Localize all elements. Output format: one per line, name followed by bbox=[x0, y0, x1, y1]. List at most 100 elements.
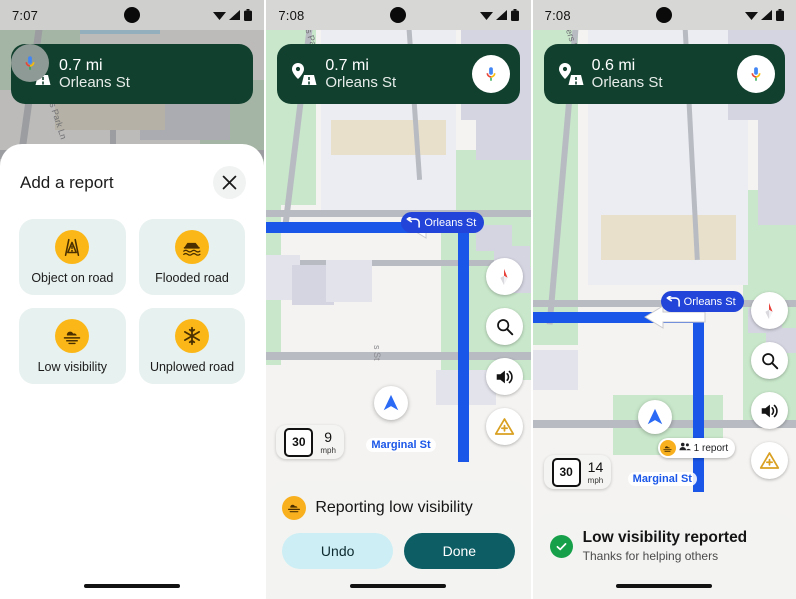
speed-value: 9 bbox=[324, 428, 332, 445]
navigation-arrow-icon bbox=[384, 394, 399, 411]
speed-unit: mph bbox=[320, 445, 336, 455]
navigation-text: 0.7 mi Orleans St bbox=[55, 57, 243, 92]
camera-cutout bbox=[124, 7, 141, 23]
current-speed: 9 mph bbox=[320, 430, 336, 455]
low-visibility-icon bbox=[55, 318, 90, 353]
signal-icon bbox=[495, 9, 508, 21]
gesture-bar[interactable] bbox=[84, 584, 181, 588]
destination-pin-icon bbox=[554, 62, 588, 86]
done-button[interactable]: Done bbox=[404, 533, 515, 569]
navigation-distance: 0.6 mi bbox=[591, 56, 636, 74]
sheet-title: Add a report bbox=[20, 172, 114, 192]
battery-icon bbox=[775, 9, 784, 21]
sheet-header: Add a report bbox=[0, 144, 264, 203]
reporting-actions: Undo Done bbox=[266, 520, 530, 569]
turn-callout: Orleans St bbox=[401, 212, 485, 233]
mic-icon[interactable] bbox=[736, 55, 775, 93]
status-clock: 7:08 bbox=[544, 7, 571, 23]
battery-icon bbox=[510, 9, 519, 21]
close-icon[interactable] bbox=[213, 166, 247, 199]
object-on-road-icon bbox=[55, 229, 90, 264]
navigation-street: Orleans St bbox=[591, 73, 663, 91]
wifi-icon bbox=[744, 10, 758, 21]
phone-panel-reporting: Piers Park Ln Orleans St Marginal St s S… bbox=[264, 0, 531, 599]
gesture-bar[interactable] bbox=[616, 584, 713, 588]
report-option-label: Object on road bbox=[31, 270, 114, 285]
report-options-grid: Object on road Flooded road Low visibili… bbox=[0, 203, 264, 384]
signal-icon bbox=[229, 9, 241, 21]
callout-label: Orleans St bbox=[683, 295, 736, 308]
confirmation-row: Low visibility reported Thanks for helpi… bbox=[533, 513, 796, 563]
navigation-puck bbox=[637, 400, 672, 434]
reporting-title: Reporting low visibility bbox=[315, 499, 473, 516]
volume-icon[interactable] bbox=[750, 392, 788, 429]
left-turn-icon bbox=[406, 216, 421, 228]
report-option-label: Unplowed road bbox=[149, 359, 235, 374]
battery-icon bbox=[244, 9, 253, 21]
mic-icon[interactable] bbox=[471, 55, 510, 93]
speed-widget: 30 14 mph bbox=[543, 455, 612, 489]
reporting-row: Reporting low visibility bbox=[266, 481, 530, 520]
report-chip-label: 1 report bbox=[693, 442, 729, 454]
screenshot-strip: Piers Park Ln 7:07 0.7 mi Orleans St Add… bbox=[0, 0, 796, 599]
mic-icon[interactable] bbox=[11, 44, 49, 82]
flooded-road-icon bbox=[174, 229, 209, 264]
report-option-label: Low visibility bbox=[37, 359, 108, 374]
add-report-icon[interactable] bbox=[485, 408, 523, 445]
speed-limit: 30 bbox=[551, 457, 581, 487]
low-visibility-icon bbox=[659, 440, 676, 456]
volume-icon[interactable] bbox=[485, 358, 523, 395]
confirmation-subtitle: Thanks for helping others bbox=[582, 549, 719, 563]
status-clock: 7:07 bbox=[12, 7, 39, 23]
navigation-header[interactable]: 0.7 mi Orleans St bbox=[11, 44, 254, 104]
report-option-flooded-road[interactable]: Flooded road bbox=[138, 219, 246, 295]
reporting-sheet: Reporting low visibility Undo Done bbox=[266, 481, 531, 599]
status-bar: 7:07 bbox=[0, 0, 265, 30]
navigation-street: Orleans St bbox=[325, 73, 397, 91]
report-option-object-on-road[interactable]: Object on road bbox=[19, 219, 126, 295]
status-icons bbox=[479, 9, 519, 21]
navigation-distance: 0.7 mi bbox=[59, 56, 103, 74]
route-line bbox=[458, 222, 470, 462]
signal-icon bbox=[760, 9, 773, 21]
map-controls bbox=[750, 292, 788, 479]
speed-unit: mph bbox=[587, 475, 604, 485]
gesture-bar[interactable] bbox=[350, 584, 447, 588]
street-label-marginal: Marginal St bbox=[627, 472, 697, 486]
check-icon bbox=[549, 534, 573, 558]
street-label-marginal: Marginal St bbox=[366, 438, 436, 452]
status-icons bbox=[744, 9, 784, 21]
navigation-street: Orleans St bbox=[59, 73, 130, 91]
street-label: s St bbox=[372, 345, 383, 361]
add-report-sheet: Add a report Object on road Flooded road… bbox=[0, 144, 265, 599]
search-icon[interactable] bbox=[485, 308, 523, 345]
navigation-distance: 0.7 mi bbox=[325, 56, 369, 74]
people-icon bbox=[679, 441, 691, 455]
status-icons bbox=[213, 9, 253, 21]
report-option-unplowed-road[interactable]: Unplowed road bbox=[138, 308, 246, 384]
add-report-icon[interactable] bbox=[750, 442, 788, 479]
camera-cutout bbox=[390, 7, 407, 23]
navigation-header[interactable]: 0.6 mi Orleans St bbox=[543, 44, 785, 104]
wifi-icon bbox=[213, 10, 227, 21]
unplowed-road-icon bbox=[174, 318, 209, 353]
search-icon[interactable] bbox=[750, 342, 788, 379]
compass-icon[interactable] bbox=[750, 292, 788, 329]
confirmation-title: Low visibility reported bbox=[582, 529, 748, 546]
left-turn-icon bbox=[666, 295, 680, 307]
navigation-arrow-icon bbox=[647, 408, 662, 425]
phone-panel-reported: Piers Park Ln Orleans St 1 report bbox=[530, 0, 796, 599]
speed-limit: 30 bbox=[284, 427, 314, 457]
undo-button[interactable]: Undo bbox=[282, 533, 393, 569]
status-bar: 7:08 bbox=[266, 0, 531, 30]
report-option-low-visibility[interactable]: Low visibility bbox=[19, 308, 126, 384]
speed-widget: 30 9 mph bbox=[276, 425, 344, 459]
map-controls bbox=[485, 258, 523, 445]
compass-icon[interactable] bbox=[485, 258, 523, 295]
report-chip[interactable]: 1 report bbox=[657, 438, 736, 458]
status-clock: 7:08 bbox=[278, 7, 305, 23]
navigation-text: 0.6 mi Orleans St bbox=[588, 57, 737, 92]
navigation-header[interactable]: 0.7 mi Orleans St bbox=[277, 44, 520, 104]
turn-callout: Orleans St bbox=[660, 291, 744, 312]
low-visibility-icon bbox=[282, 496, 307, 520]
